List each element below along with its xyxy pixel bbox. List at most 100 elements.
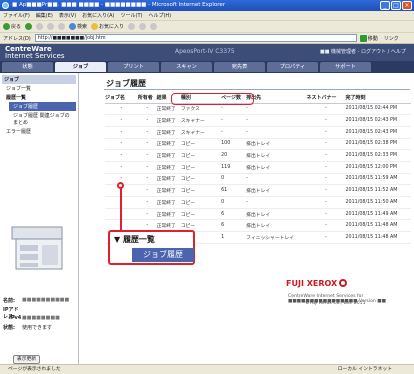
table-row: - - 正常終了 コピー 0- -2011/08/15 11:59 AM xyxy=(105,173,411,186)
sidebar-item-job-list[interactable]: ジョブ一覧 xyxy=(2,84,76,93)
home-icon[interactable] xyxy=(58,23,66,30)
menu-file[interactable]: ファイル(F) xyxy=(3,12,30,19)
cell-result: 正常終了 xyxy=(156,126,181,139)
sidebar-item-job-history[interactable]: ジョブ履歴 xyxy=(9,102,76,111)
footer-copyright: ©Fuji Xerox Co., Ltd. 2011 xyxy=(305,301,366,306)
device-model: ApeosPort-IV C3375 xyxy=(175,48,235,55)
status-bar: ページが表示されました ローカル イントラネット xyxy=(0,364,414,374)
menu-help[interactable]: ヘルプ(H) xyxy=(148,12,171,19)
cell-owner: - xyxy=(137,184,157,197)
cell-nest-banner: - xyxy=(306,103,346,116)
tab-status[interactable]: 状態 xyxy=(2,62,53,72)
cell-job-name: - xyxy=(105,161,138,174)
cell-job-name: - xyxy=(105,138,138,151)
search-button[interactable]: 検索 xyxy=(69,23,87,30)
cell-pages: - xyxy=(221,126,247,139)
close-button[interactable]: × xyxy=(402,1,412,10)
cell-pages: 61 xyxy=(221,184,247,197)
main-tabs: 状態 ジョブ プリント スキャン 宛先表 プロパティ サポート xyxy=(0,61,414,73)
cell-output: 排出トレイ xyxy=(246,208,307,221)
tab-scan[interactable]: スキャン xyxy=(161,62,212,72)
cell-output: - xyxy=(246,126,307,139)
cell-completed-time: 2011/08/15 11:49 AM xyxy=(345,208,411,221)
table-row: - - 正常終了 コピー 119 排出トレイ -2011/08/15 12:00 PM xyxy=(105,161,411,174)
sidebar-item-error-history[interactable]: エラー履歴 xyxy=(2,127,76,136)
cell-completed-time: 2011/08/15 02:38 PM xyxy=(345,138,411,151)
name-label: 名前: xyxy=(3,298,15,304)
cell-pages: 0 xyxy=(221,196,247,209)
cell-completed-time: 2011/08/15 02:33 PM xyxy=(345,149,411,162)
table-row: --正常終了コピー61排出トレイ-2011/08/15 11:52 AM xyxy=(105,184,411,197)
col-completed-time[interactable]: 完了時刻 xyxy=(345,93,411,104)
main-content: ジョブ履歴 ジョブ名 所有者 結果 種別 ページ数 排出先 ネストバナー 完了時… xyxy=(80,73,414,361)
cell-result: 正常終了 xyxy=(156,173,181,186)
mail-icon[interactable] xyxy=(139,23,147,30)
admin-links[interactable]: ■■ 機械管理者 - ログアウト / ヘルプ xyxy=(320,48,406,55)
ip-label: IPアドレス: xyxy=(3,307,19,320)
cell-nest-banner: - xyxy=(306,196,346,209)
table-row: - - 正常終了 ファクス - - -2011/08/15 02:44 PM xyxy=(105,103,411,116)
ipv4-value: ■■■■■■■■ xyxy=(22,315,60,321)
cell-pages: 119 xyxy=(221,161,247,174)
maximize-button[interactable]: □ xyxy=(391,1,401,10)
menu-edit[interactable]: 編集(E) xyxy=(36,12,53,19)
favorites-button[interactable]: お気に入り xyxy=(91,23,124,30)
refresh-icon[interactable] xyxy=(47,23,55,30)
sidebar-item-related-jobs[interactable]: ジョブ履歴 関連ジョブのまとめ xyxy=(9,111,76,127)
tab-properties[interactable]: プロパティ xyxy=(267,62,318,72)
cell-output: - xyxy=(246,103,307,116)
cell-nest-banner: - xyxy=(306,161,346,174)
links-label[interactable]: リンク xyxy=(384,35,399,42)
status-label: 状態: xyxy=(3,325,15,331)
col-output[interactable]: 排出先 xyxy=(246,93,307,104)
sidebar-section-title: ジョブ xyxy=(2,75,76,84)
tab-jobs[interactable]: ジョブ xyxy=(55,62,106,72)
cell-result: 正常終了 xyxy=(156,149,181,162)
cell-type: コピー xyxy=(180,184,222,197)
highlight-box xyxy=(171,93,254,105)
cell-owner: - xyxy=(137,103,157,116)
status-value: 使用できます xyxy=(22,325,53,331)
app-header: CentreWare Internet Services ApeosPort-I… xyxy=(0,44,414,61)
col-job-name[interactable]: ジョブ名 xyxy=(105,93,138,104)
back-button[interactable]: 戻る xyxy=(3,23,21,30)
security-zone: ローカル イントラネット xyxy=(337,367,392,372)
cell-owner: - xyxy=(137,196,157,209)
cell-completed-time: 2011/08/15 11:48 AM xyxy=(345,231,411,244)
menu-view[interactable]: 表示(V) xyxy=(59,12,76,19)
stop-icon[interactable] xyxy=(36,23,44,30)
cell-pages: 20 xyxy=(221,149,247,162)
menu-tools[interactable]: ツール(T) xyxy=(121,12,143,19)
cell-output: - xyxy=(246,173,307,186)
sidebar-item-history[interactable]: 履歴一覧 xyxy=(2,93,76,102)
window-titlebar[interactable]: ■ Ap■■■Pr■■. ■■■ ■■■■ - ■■■■■■■■ - Micro… xyxy=(0,0,414,11)
go-button[interactable]: 移動 xyxy=(359,34,378,42)
cell-owner: - xyxy=(137,161,157,174)
cell-output: - xyxy=(246,114,307,127)
device-info: 名前: ■■■■■■■■■■ IPアドレス: IPv4 ■■■■■■■■ 状態: 使用… xyxy=(3,297,77,333)
cell-owner: - xyxy=(137,149,157,162)
ie-icon xyxy=(2,2,9,9)
cell-output: 排出トレイ xyxy=(246,149,307,162)
address-input[interactable]: http://■■■■■■■/jobj.htm xyxy=(34,34,357,42)
refresh-button[interactable]: 表示更新 xyxy=(13,355,40,364)
cell-completed-time: 2011/08/15 11:59 AM xyxy=(345,173,411,186)
cell-result: 正常終了 xyxy=(156,196,181,209)
cell-completed-time: 2011/08/15 11:48 AM xyxy=(345,219,411,233)
status-text: ページが表示されました xyxy=(8,367,61,372)
menu-favorites[interactable]: お気に入り(A) xyxy=(82,12,114,19)
minimize-button[interactable]: _ xyxy=(380,1,390,10)
back-arrow-icon xyxy=(3,23,10,30)
history-icon[interactable] xyxy=(128,23,136,30)
cell-result: 正常終了 xyxy=(156,184,181,197)
cell-type: コピー xyxy=(180,138,222,151)
tab-print[interactable]: プリント xyxy=(108,62,159,72)
col-nest-banner[interactable]: ネストバナー xyxy=(306,93,346,104)
address-label: アドレス(D) xyxy=(3,35,31,42)
col-owner[interactable]: 所有者 xyxy=(137,93,157,104)
tab-address-book[interactable]: 宛先表 xyxy=(214,62,265,72)
tab-support[interactable]: サポート xyxy=(320,62,371,72)
forward-arrow-icon[interactable] xyxy=(25,23,33,30)
cell-output: 排出トレイ xyxy=(246,161,307,174)
print-icon[interactable] xyxy=(150,23,158,30)
